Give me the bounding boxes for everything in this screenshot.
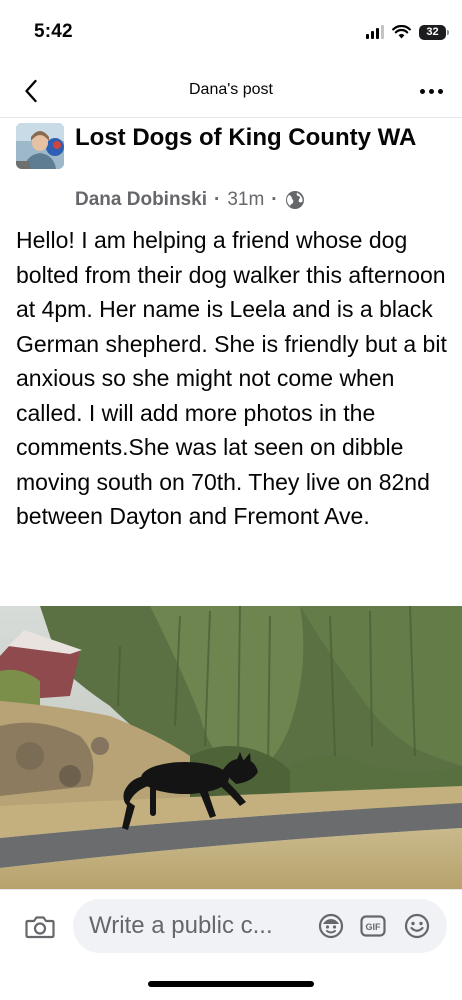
- post-photo[interactable]: [0, 606, 462, 889]
- gif-label: GIF: [366, 922, 382, 932]
- status-bar: 5:42 32: [0, 0, 462, 60]
- post-timestamp[interactable]: 31m: [227, 189, 264, 211]
- author-name-link[interactable]: Dana Dobinski: [75, 189, 207, 211]
- battery-level: 32: [426, 26, 439, 38]
- more-dot-icon: [437, 88, 443, 94]
- avatar-sticker-button[interactable]: [317, 912, 345, 940]
- group-name-link[interactable]: Lost Dogs of King County WA: [75, 122, 445, 153]
- more-dot-icon: [428, 88, 434, 94]
- group-avatar-image: [16, 123, 64, 169]
- avatar-sticker-icon: [318, 913, 344, 939]
- page-title: Dana's post: [189, 81, 273, 98]
- post-header: Lost Dogs of King County WA Dana Dobinsk…: [0, 118, 462, 218]
- comment-input[interactable]: Write a public c... GIF: [73, 899, 447, 953]
- camera-icon: [25, 916, 55, 939]
- signal-icon: [366, 25, 384, 39]
- nav-header: Dana's post: [0, 64, 462, 118]
- emoji-icon: [404, 913, 430, 939]
- meta-separator: ·: [213, 189, 221, 210]
- camera-button[interactable]: [22, 912, 58, 942]
- more-options-button[interactable]: [412, 74, 450, 108]
- emoji-button[interactable]: [403, 912, 431, 940]
- gif-icon: GIF: [360, 915, 386, 937]
- post-body-text: Hello! I am helping a friend whose dog b…: [16, 227, 447, 529]
- home-indicator[interactable]: [148, 981, 314, 987]
- status-icons: 32: [366, 23, 449, 41]
- wifi-icon: [392, 25, 411, 39]
- globe-icon: [285, 190, 305, 210]
- comment-placeholder: Write a public c...: [89, 912, 273, 939]
- meta-separator: ·: [271, 189, 278, 210]
- status-time: 5:42: [34, 21, 73, 42]
- group-avatar[interactable]: [16, 123, 64, 169]
- comment-bar: Write a public c... GIF: [0, 889, 462, 959]
- post-meta: Dana Dobinski · 31m ·: [75, 189, 305, 211]
- battery-icon: 32: [419, 24, 449, 40]
- dog-photo-image: [0, 606, 462, 889]
- more-dot-icon: [419, 88, 425, 94]
- gif-button[interactable]: GIF: [359, 912, 387, 940]
